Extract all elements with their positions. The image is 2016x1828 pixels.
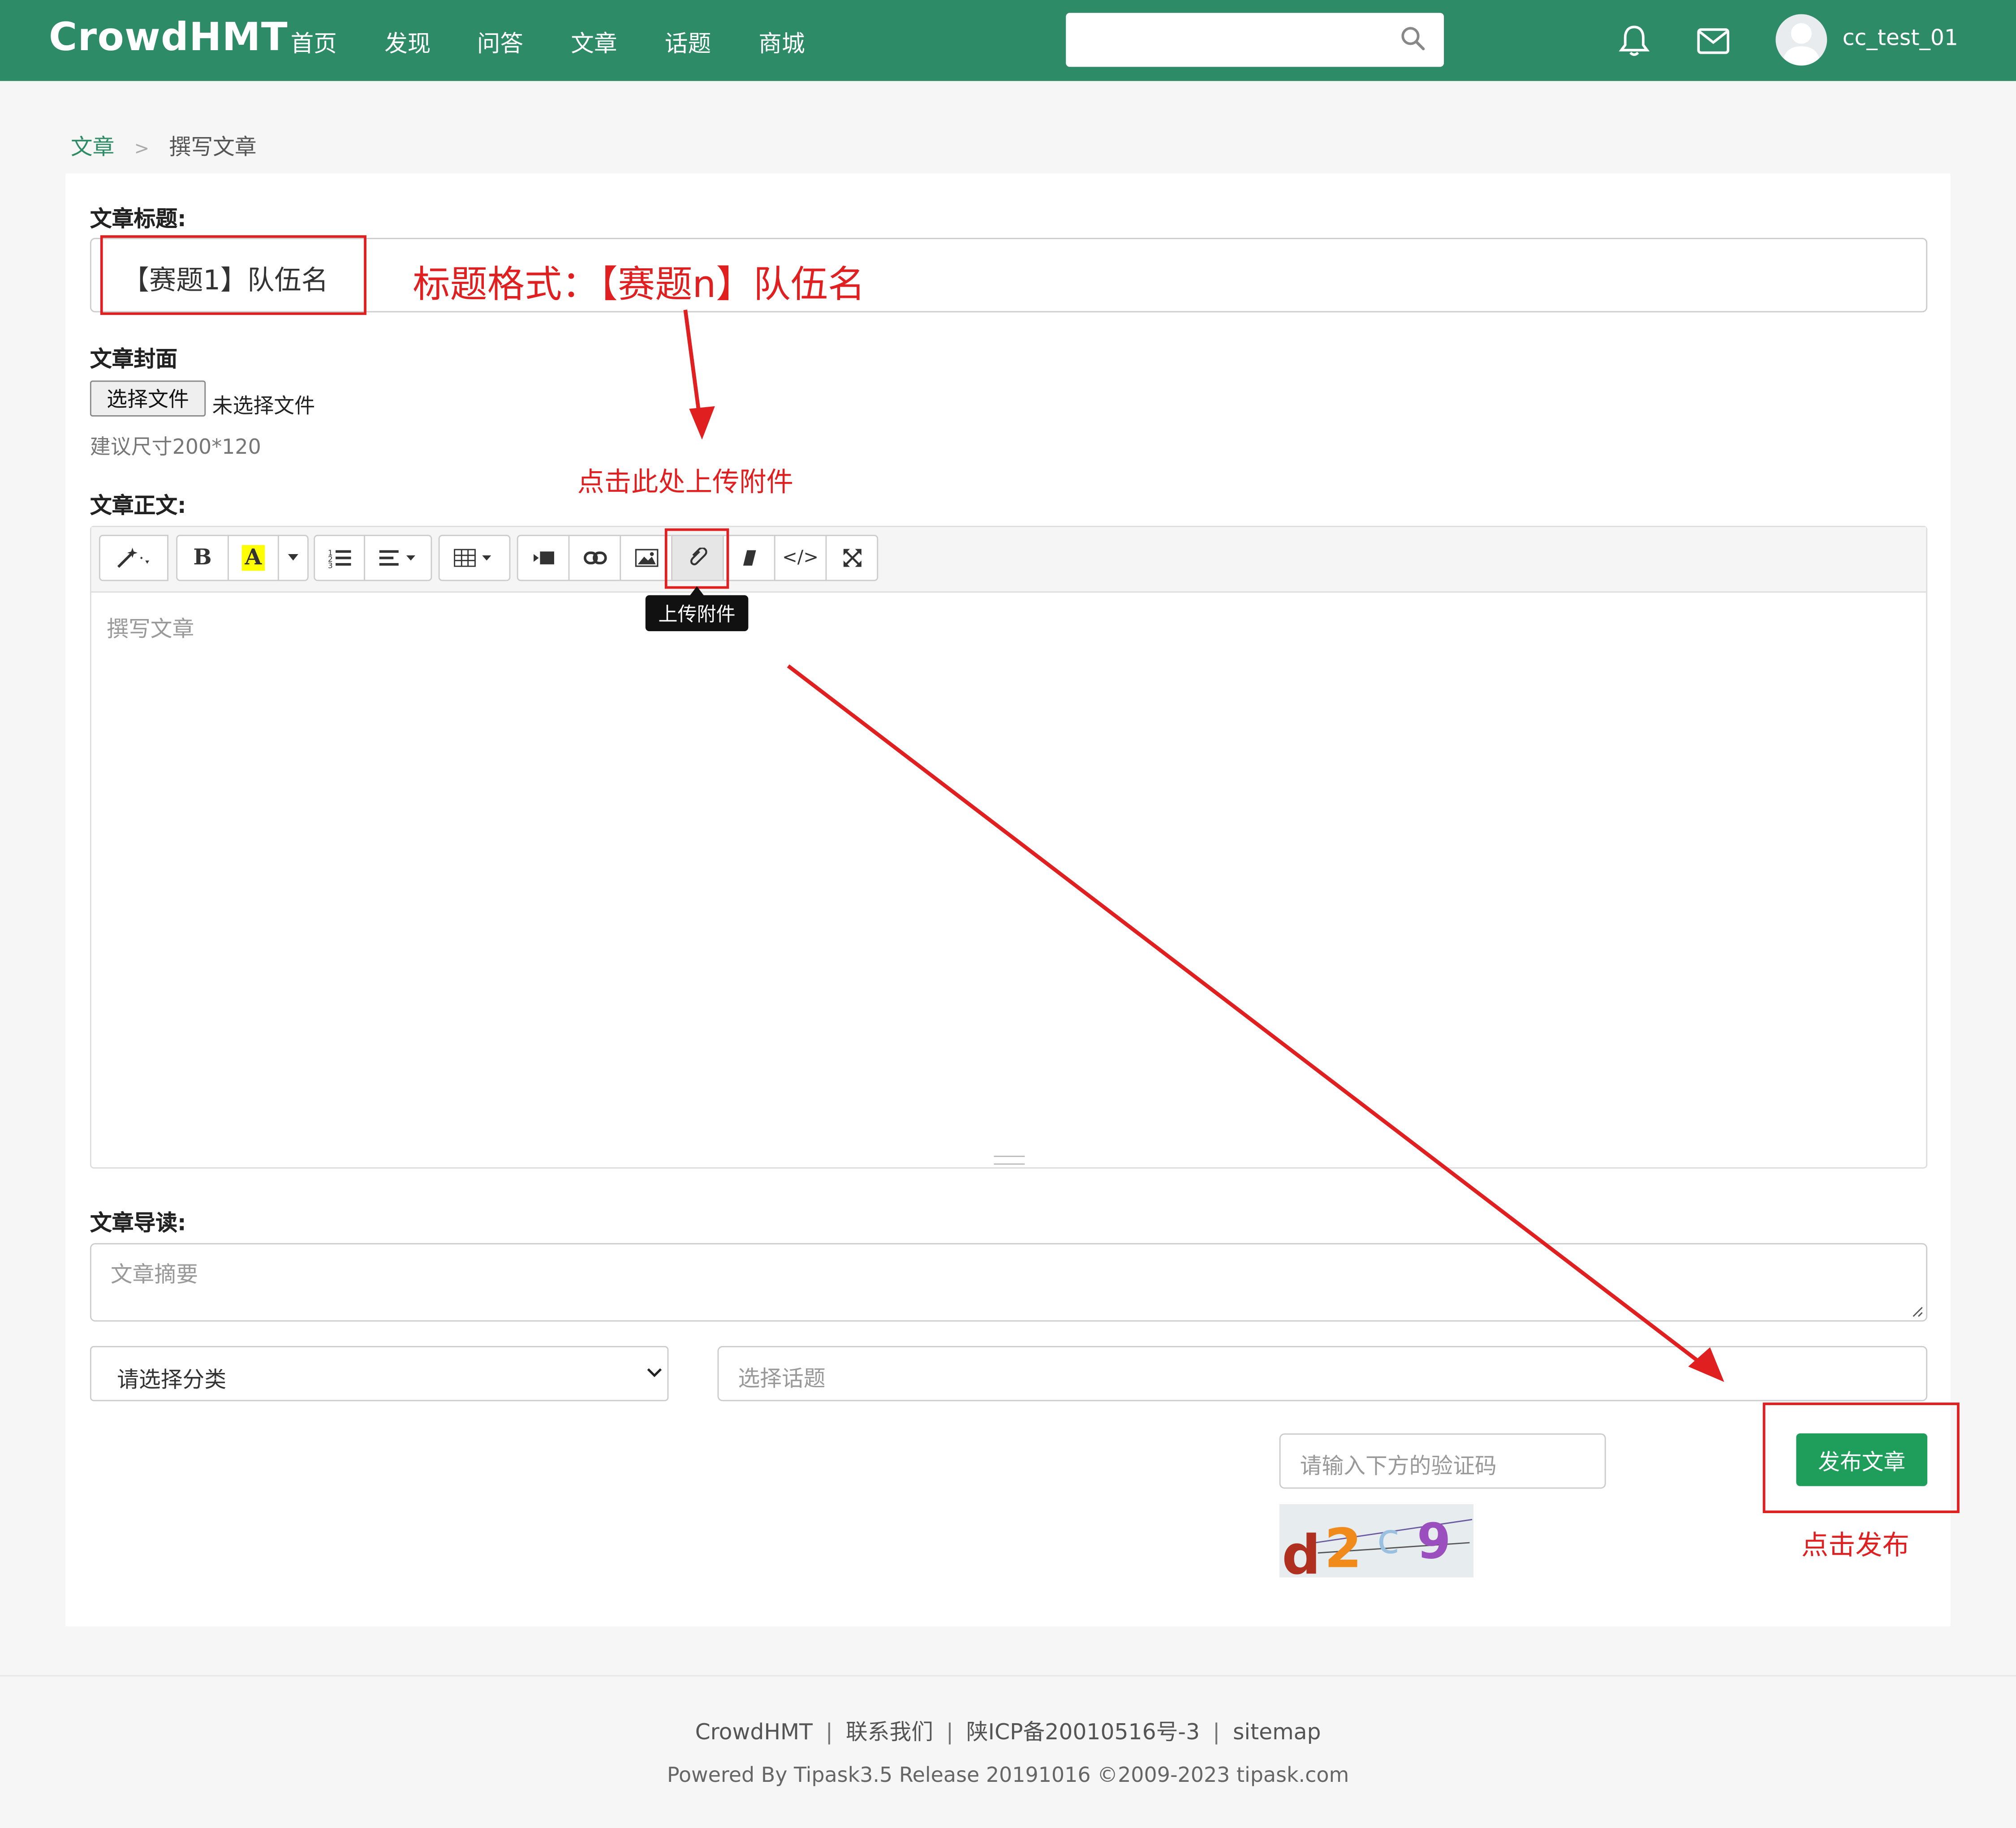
footer-link-home[interactable]: CrowdHMT — [695, 1720, 813, 1746]
footer-powered: Powered By Tipask3.5 Release 20191016 ©2… — [667, 1762, 1349, 1787]
footer-link-icp[interactable]: 陕ICP备20010516号-3 — [966, 1720, 1200, 1746]
footer-link-contact[interactable]: 联系我们 — [846, 1720, 933, 1746]
footer-divider — [0, 1675, 2016, 1677]
footer-link-sitemap[interactable]: sitemap — [1233, 1720, 1321, 1746]
annotation-arrows — [683, 310, 1724, 1382]
footer-links: CrowdHMT | 联系我们 | 陕ICP备20010516号-3 | sitemap — [695, 1720, 1321, 1746]
